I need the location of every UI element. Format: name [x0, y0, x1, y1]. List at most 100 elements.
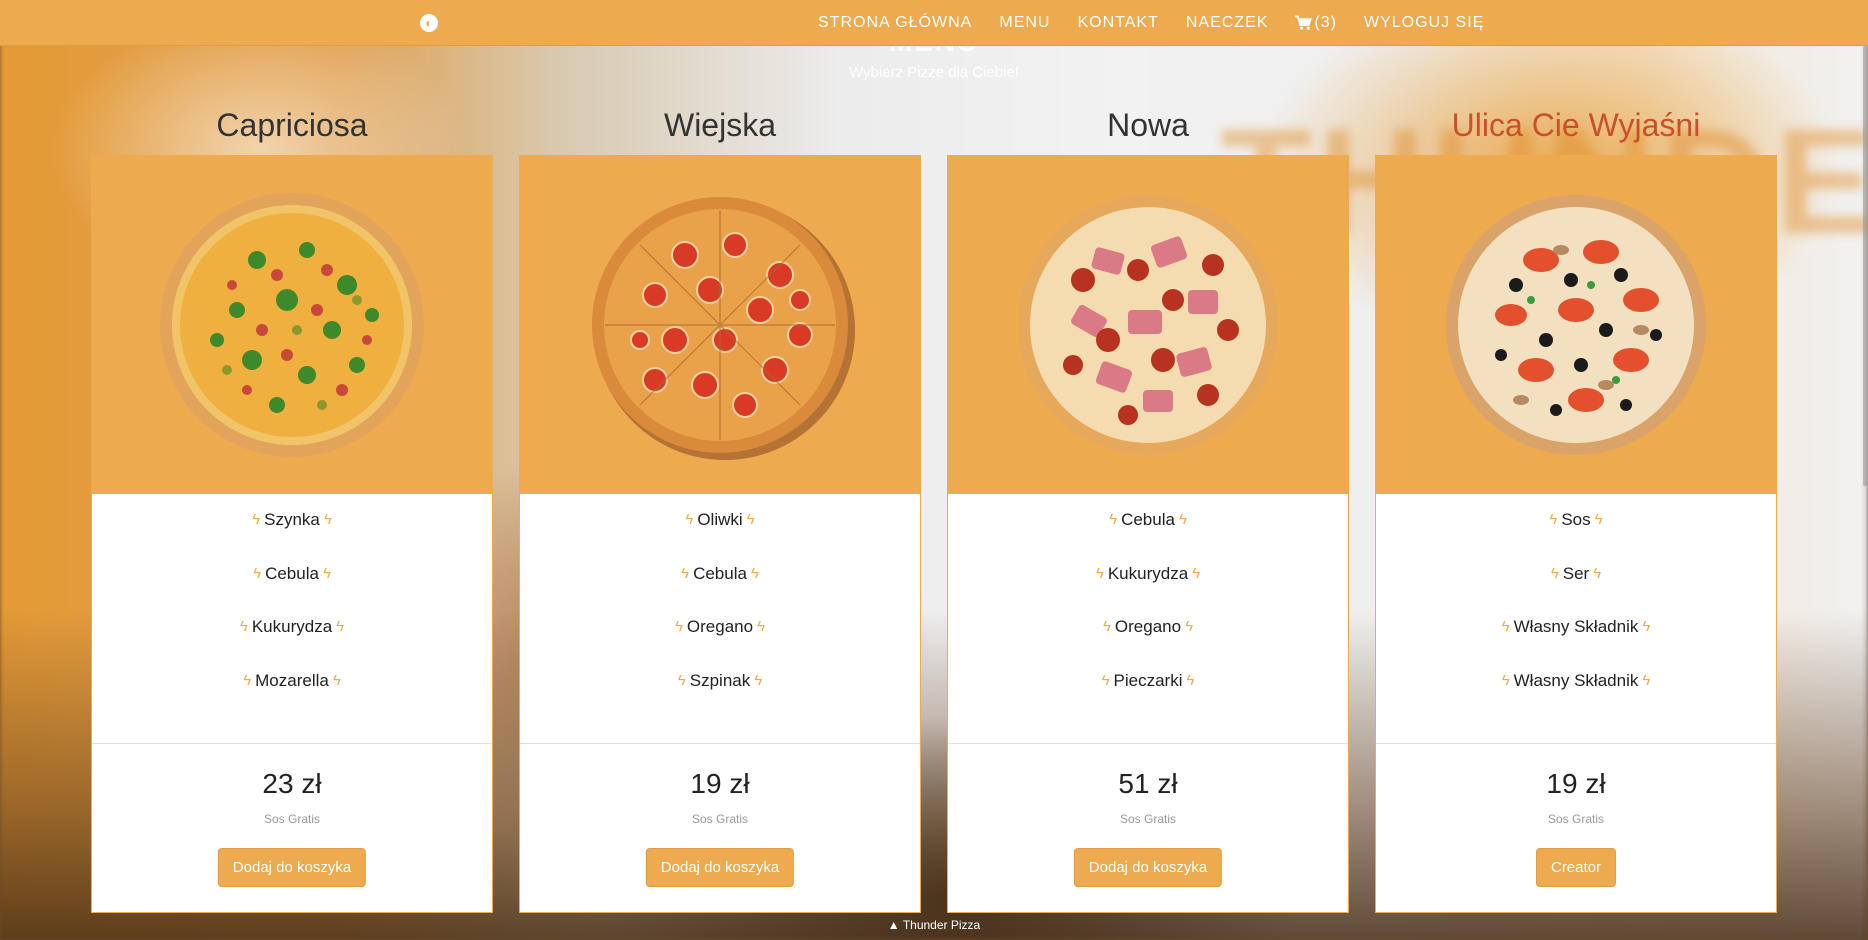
- add-to-cart-button[interactable]: Dodaj do koszyka: [1073, 848, 1223, 887]
- bolt-icon: ϟ: [1101, 671, 1110, 689]
- nav-links: STRONA GŁÓWNA MENU KONTAKT NAECZEK (3) W…: [818, 0, 1511, 46]
- bolt-icon: ϟ: [1185, 618, 1194, 635]
- price-note: Sos Gratis: [263, 812, 320, 826]
- bolt-icon: ϟ: [1501, 618, 1510, 635]
- shopping-cart-icon: [1295, 15, 1313, 30]
- pizza-title: Wiejska: [663, 107, 776, 143]
- price: 19 zł: [1546, 768, 1606, 799]
- hero-subtitle: Wybierz Pizze dla Ciebie!: [849, 64, 1019, 81]
- pizza-custom-image: [1446, 194, 1706, 455]
- ingredient-item: ϟ Kukurydza ϟ: [1095, 563, 1201, 583]
- price-note: Sos Gratis: [1119, 812, 1176, 826]
- ingredient-item: ϟ Pieczarki ϟ: [1101, 670, 1195, 690]
- divider: [92, 743, 492, 744]
- price: 23 zł: [262, 768, 322, 799]
- bolt-icon: ϟ: [1593, 564, 1602, 582]
- pizza-image-area: [519, 155, 921, 494]
- add-to-cart-button[interactable]: Dodaj do koszyka: [645, 848, 795, 887]
- bolt-icon: ϟ: [750, 564, 759, 582]
- pizza-nowa-image: [1018, 194, 1278, 455]
- pizza-image-area: [1375, 155, 1777, 494]
- ingredient-item: ϟ Szynka ϟ: [252, 510, 332, 529]
- bolt-icon: ϟ: [1095, 564, 1104, 582]
- nav-link-menu[interactable]: MENU: [999, 14, 1050, 32]
- scrollbar-thumb[interactable]: [1863, 46, 1867, 486]
- bolt-icon: ϟ: [1642, 618, 1651, 635]
- navbar: ◐ STRONA GŁÓWNA MENU KONTAKT NAECZEK (3)…: [0, 0, 1868, 46]
- bolt-icon: ϟ: [239, 618, 248, 635]
- pizza-image-area: [947, 155, 1349, 494]
- ingredient-item: ϟ Oregano ϟ: [674, 617, 766, 636]
- ingredient-item: ϟ Własny Składnik ϟ: [1501, 670, 1651, 690]
- chevron-up-icon: ▲: [887, 918, 900, 932]
- creator-button[interactable]: Creator: [1535, 848, 1617, 887]
- price: 19 zł: [690, 768, 750, 799]
- bolt-icon: ϟ: [685, 511, 694, 528]
- nav-link-contact[interactable]: KONTAKT: [1077, 14, 1158, 32]
- divider: [948, 743, 1348, 744]
- bolt-icon: ϟ: [323, 511, 332, 528]
- bolt-icon: ϟ: [1109, 511, 1118, 528]
- ingredient-item: ϟ Sos ϟ: [1549, 510, 1603, 529]
- ingredient-item: ϟ Mozarella ϟ: [243, 670, 341, 690]
- ingredient-item: ϟ Własny Składnik ϟ: [1501, 617, 1651, 636]
- pizza-card-custom: Ulica Cie Wyjaśni ϟ Sos ϟ ϟ Ser ϟ ϟ Włas…: [1375, 107, 1777, 913]
- pizza-card-body: ϟ Oliwki ϟ ϟ Cebula ϟ ϟ Oregano ϟ ϟ Szpinak ϟ 19…: [519, 494, 921, 913]
- nav-link-logout[interactable]: WYLOGUJ SIĘ: [1364, 14, 1484, 32]
- footer[interactable]: ▲ Thunder Pizza: [0, 918, 1868, 932]
- ingredient-list: ϟ Cebula ϟ ϟ Kukurydza ϟ ϟ Oregano ϟ ϟ Pieczark…: [948, 508, 1348, 722]
- pizza-title: Nowa: [1107, 107, 1189, 143]
- price-note: Sos Gratis: [691, 812, 748, 826]
- divider: [1376, 743, 1776, 744]
- pizza-card-wiejska: Wiejska ϟ Oliwki ϟ ϟ Cebula ϟ ϟ Oregano ϟ ϟ Szp: [519, 107, 921, 913]
- bolt-icon: ϟ: [677, 671, 686, 689]
- footer-brand: Thunder Pizza: [902, 918, 981, 932]
- ingredient-list: ϟ Sos ϟ ϟ Ser ϟ ϟ Własny Składnik ϟ ϟ Własny Sk…: [1376, 508, 1776, 722]
- pizza-title: Ulica Cie Wyjaśni: [1451, 107, 1701, 143]
- ingredient-list: ϟ Szynka ϟ ϟ Cebula ϟ ϟ Kukurydza ϟ ϟ Mozarella…: [92, 508, 492, 722]
- bolt-icon: ϟ: [1102, 618, 1111, 635]
- pizza-title: Capriciosa: [216, 107, 368, 143]
- ingredient-item: ϟ Szpinak ϟ: [677, 670, 763, 690]
- pizza-logo-icon[interactable]: ◐: [420, 14, 438, 32]
- bolt-icon: ϟ: [746, 511, 755, 528]
- bolt-icon: ϟ: [252, 511, 261, 528]
- bolt-icon: ϟ: [1642, 671, 1651, 689]
- ingredient-list: ϟ Oliwki ϟ ϟ Cebula ϟ ϟ Oregano ϟ ϟ Szpinak ϟ: [520, 508, 920, 722]
- ingredient-item: ϟ Oliwki ϟ: [685, 510, 755, 529]
- pizza-card-body: ϟ Cebula ϟ ϟ Kukurydza ϟ ϟ Oregano ϟ ϟ Pieczark…: [947, 494, 1349, 913]
- bolt-icon: ϟ: [757, 618, 766, 635]
- bolt-icon: ϟ: [1178, 511, 1187, 528]
- nav-link-cart[interactable]: (3): [1295, 14, 1337, 32]
- ingredient-item: ϟ Kukurydza ϟ: [239, 617, 345, 636]
- ingredient-item: ϟ Cebula ϟ: [253, 563, 331, 583]
- ingredient-item: ϟ Ser ϟ: [1550, 563, 1602, 583]
- pizza-card-capriciosa: Capriciosa ϟ Szynka ϟ ϟ Cebula ϟ ϟ Kukur…: [91, 107, 493, 913]
- bolt-icon: ϟ: [1594, 511, 1603, 528]
- pizza-card-nowa: Nowa ϟ Cebula ϟ ϟ Kukurydza ϟ ϟ Oregano …: [947, 107, 1349, 913]
- cart-count: (3): [1314, 14, 1337, 31]
- pizza-capriciosa-image: [160, 192, 424, 457]
- pizza-image-area: [91, 155, 493, 494]
- bolt-icon: ϟ: [1549, 511, 1558, 528]
- bolt-icon: ϟ: [322, 564, 331, 582]
- pizza-card-body: ϟ Sos ϟ ϟ Ser ϟ ϟ Własny Składnik ϟ ϟ Własny Sk…: [1375, 494, 1777, 913]
- bolt-icon: ϟ: [243, 671, 252, 689]
- bolt-icon: ϟ: [332, 671, 341, 689]
- bolt-icon: ϟ: [336, 618, 345, 635]
- bolt-icon: ϟ: [754, 671, 763, 689]
- bolt-icon: ϟ: [1550, 564, 1559, 582]
- pizza-card-body: ϟ Szynka ϟ ϟ Cebula ϟ ϟ Kukurydza ϟ ϟ Mozarella…: [91, 494, 493, 913]
- bolt-icon: ϟ: [1186, 671, 1195, 689]
- bolt-icon: ϟ: [1192, 564, 1201, 582]
- nav-link-naeczek[interactable]: NAECZEK: [1186, 14, 1269, 32]
- price: 51 zł: [1118, 768, 1178, 799]
- ingredient-item: ϟ Oregano ϟ: [1102, 617, 1194, 636]
- price-note: Sos Gratis: [1547, 812, 1604, 826]
- ingredient-item: ϟ Cebula ϟ: [1109, 510, 1187, 529]
- add-to-cart-button[interactable]: Dodaj do koszyka: [217, 848, 367, 887]
- bolt-icon: ϟ: [674, 618, 683, 635]
- bolt-icon: ϟ: [253, 564, 262, 582]
- bolt-icon: ϟ: [681, 564, 690, 582]
- nav-link-home[interactable]: STRONA GŁÓWNA: [818, 14, 972, 32]
